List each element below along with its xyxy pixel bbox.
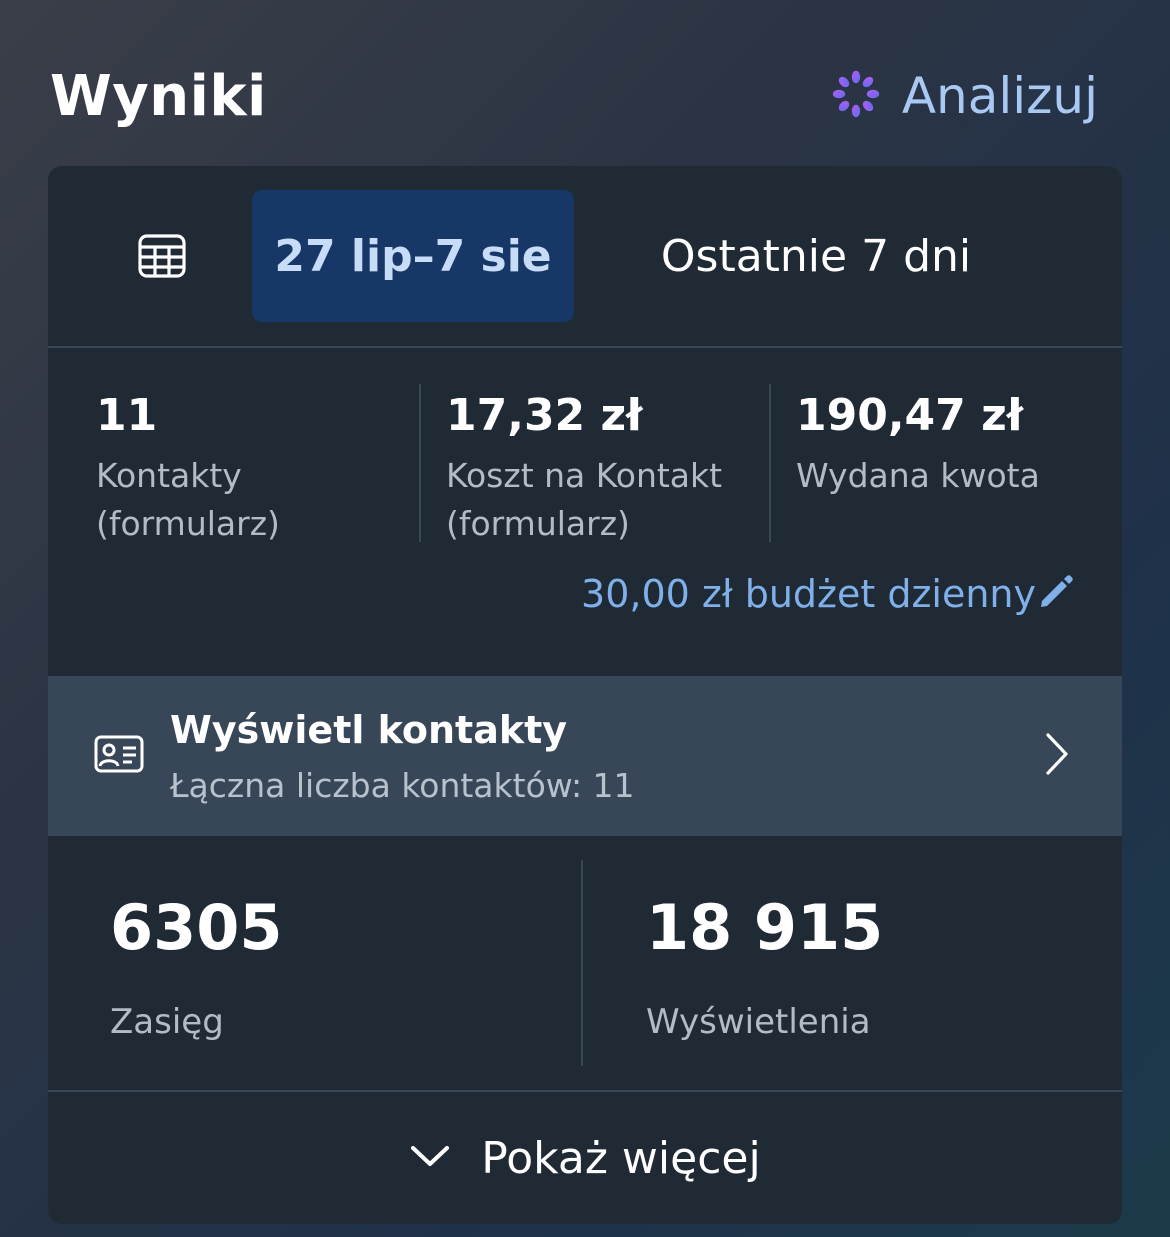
analyze-button[interactable]: Analizuj: [832, 67, 1098, 125]
results-card: 27 lip–7 sie Ostatnie 7 dni 11 Kontakty …: [48, 166, 1122, 1224]
show-more-button[interactable]: Pokaż więcej: [48, 1092, 1122, 1224]
tab-last-7-days[interactable]: Ostatnie 7 dni: [608, 190, 1024, 322]
chevron-right-icon: [1044, 732, 1070, 780]
calendar-icon: [137, 233, 187, 283]
metric-value: 190,47 zł: [796, 390, 1024, 441]
tab-date-range[interactable]: 27 lip–7 sie: [252, 190, 574, 322]
stat-reach: 6305 Zasięg: [110, 888, 283, 1042]
view-contacts-row[interactable]: Wyświetl kontakty Łączna liczba kontaktó…: [48, 676, 1122, 836]
metrics-row: 11 Kontakty (formularz) 17,32 zł Koszt n…: [48, 348, 1122, 548]
metric-divider: [419, 384, 421, 542]
metric-cost-per-contact: 17,32 zł Koszt na Kontakt (formularz): [446, 384, 746, 548]
stat-divider: [581, 860, 583, 1066]
contact-card-icon: [94, 734, 144, 778]
total-contacts-text: Łączna liczba kontaktów: 11: [170, 766, 635, 805]
date-range-selector: 27 lip–7 sie Ostatnie 7 dni: [48, 166, 1122, 348]
metric-label: Wydana kwota: [796, 456, 1040, 495]
page-title: Wyniki: [50, 63, 267, 129]
stat-label: Zasięg: [110, 1002, 224, 1042]
metric-label: Kontakty (formularz): [96, 456, 280, 543]
daily-budget-text: 30,00 zł budżet dzienny: [581, 572, 1036, 616]
daily-budget-link[interactable]: 30,00 zł budżet dzienny: [581, 572, 1076, 616]
reach-impressions-row: 6305 Zasięg 18 915 Wyświetlenia: [48, 836, 1122, 1092]
sparkle-flower-icon: [832, 70, 880, 122]
stat-impressions: 18 915 Wyświetlenia: [646, 888, 883, 1042]
show-more-label: Pokaż więcej: [481, 1132, 761, 1184]
results-header: Wyniki Analizuj: [50, 56, 1098, 136]
metric-contacts: 11 Kontakty (formularz): [96, 384, 396, 548]
pencil-icon: [1036, 572, 1076, 616]
metric-value: 11: [96, 390, 158, 441]
stat-value: 18 915: [646, 891, 884, 964]
stat-value: 6305: [110, 891, 283, 964]
calendar-button[interactable]: [128, 230, 196, 286]
metric-divider: [769, 384, 771, 542]
analyze-label: Analizuj: [901, 67, 1098, 125]
stat-label: Wyświetlenia: [646, 1002, 871, 1042]
metric-amount-spent: 190,47 zł Wydana kwota: [796, 384, 1096, 500]
view-contacts-title: Wyświetl kontakty: [170, 708, 568, 752]
metric-label: Koszt na Kontakt (formularz): [446, 456, 723, 543]
metric-value: 17,32 zł: [446, 390, 643, 441]
chevron-down-icon: [409, 1143, 451, 1173]
